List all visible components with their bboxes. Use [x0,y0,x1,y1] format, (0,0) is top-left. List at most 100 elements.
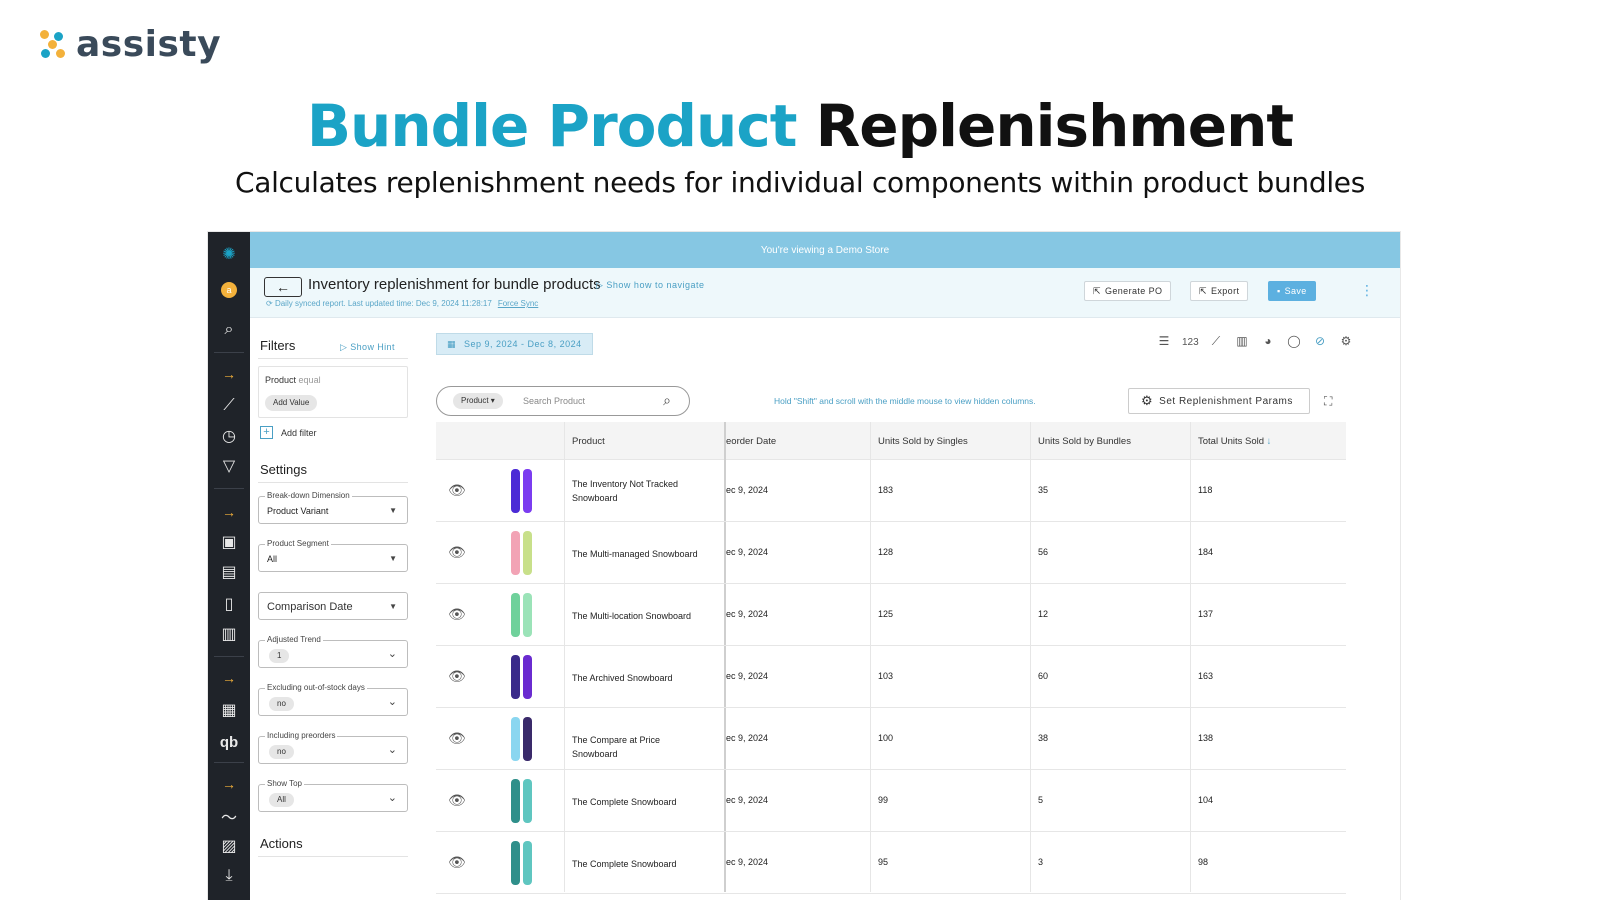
product-search[interactable]: Product ▾ Search Product ⌕ [436,386,690,416]
cell-units-bundles: 56 [1038,547,1049,557]
donut-chart-icon[interactable]: ◯ [1286,334,1302,352]
date-range-picker[interactable]: ▦ Sep 9, 2024 - Dec 8, 2024 [436,333,593,355]
eye-icon[interactable]: 👁 [448,668,466,685]
eye-icon[interactable]: 👁 [448,792,466,809]
scroll-hint: Hold "Shift" and scroll with the middle … [774,396,1036,406]
page-header: ← Inventory replenishment for bundle pro… [250,268,1400,318]
product-segment-select[interactable]: Product Segment All ▼ [258,539,408,572]
expand-arrow-icon[interactable]: → [208,362,250,386]
product-thumbnail [508,779,534,823]
including-preorders-select[interactable]: Including preorders no ⌄ [258,731,408,764]
excluding-oos-select[interactable]: Excluding out-of-stock days no ⌄ [258,683,408,716]
board-swatch [510,779,520,823]
show-hint-link[interactable]: ▷ Show Hint [340,342,395,353]
product-thumbnail [508,531,534,575]
table-row[interactable]: 👁 The Multi-location Snowboard ec 9, 2024 1… [436,584,1346,646]
page-headline: Bundle Product Replenishment [0,92,1600,160]
funnel-icon[interactable]: ▽ [208,454,250,478]
filters-title: Filters [260,338,296,353]
clipboard-icon[interactable]: ▯ [208,592,250,616]
add-value-button[interactable]: Add Value [265,395,318,411]
add-filter-button[interactable]: + Add filter [260,426,317,439]
expand-arrow-icon[interactable]: → [208,772,250,796]
caret-down-icon: ▼ [389,602,397,611]
caret-down-icon: ▼ [389,554,397,563]
navigate-hint-link[interactable]: ▷ Show how to navigate [596,280,704,291]
col-product[interactable]: Product [572,436,605,447]
expand-arrow-icon[interactable]: → [208,666,250,690]
col-units-bundles[interactable]: Units Sold by Bundles [1038,436,1131,447]
cell-product: The Multi-managed Snowboard [572,549,698,559]
store-icon[interactable]: ▤ [208,560,250,584]
app-logo-icon[interactable]: ✺ [208,242,250,266]
set-replenishment-params-button[interactable]: ⚙ Set Replenishment Params [1128,388,1310,414]
board-swatch [510,531,520,575]
eye-icon[interactable]: 👁 [448,482,466,499]
table-row[interactable]: 👁 The Inventory Not Tracked Snowboard ec 9… [436,460,1346,522]
eye-icon[interactable]: 👁 [448,606,466,623]
search-dimension-chip[interactable]: Product ▾ [453,393,503,409]
cell-reorder-date: ec 9, 2024 [726,857,769,867]
pie-chart-icon[interactable]: ◕ [1260,334,1276,352]
clock-icon[interactable]: ◷ [208,424,250,448]
line-chart-icon[interactable]: 〜 [208,804,250,828]
table-icon[interactable]: ▦ [208,698,250,722]
cell-units-singles: 125 [878,609,894,619]
table-row[interactable]: 👁 The Complete Snowboard ec 9, 2024 95 3 98 [436,832,1346,894]
plus-icon: + [260,426,273,439]
board-swatch [522,717,532,761]
force-sync-link[interactable]: Force Sync [498,299,538,308]
download-icon[interactable]: ⤓ [208,864,250,888]
bar-chart-icon[interactable]: ▥ [1234,334,1250,352]
number-view-icon[interactable]: 123 [1182,334,1199,352]
eye-icon[interactable]: 👁 [448,544,466,561]
box-icon[interactable]: ▣ [208,530,250,554]
cell-total-units: 138 [1198,733,1214,743]
share-icon: ⇱ [1093,285,1101,296]
board-swatch [510,655,520,699]
comparison-date-select[interactable]: Comparison Date ▼ [258,592,408,620]
product-thumbnail [508,655,534,699]
list-view-icon[interactable]: ☰ [1156,334,1172,352]
sync-icon: ⟳ [266,299,275,308]
hide-columns-icon[interactable]: ⊘ [1312,334,1328,352]
col-units-singles[interactable]: Units Sold by Singles [878,436,968,447]
table-row[interactable]: 👁 The Multi-managed Snowboard ec 9, 2024 12… [436,522,1346,584]
search-icon[interactable]: ⌕ [663,392,671,409]
search-input[interactable]: Search Product [523,396,585,406]
fullscreen-icon[interactable]: ⛶ [1324,394,1332,409]
report-icon[interactable]: ▨ [208,834,250,858]
bar-chart-icon[interactable]: ▥ [208,622,250,646]
table-row[interactable]: 👁 The Complete Snowboard ec 9, 2024 99 5 104 [436,770,1346,832]
table-row[interactable]: 👁 The Compare at Price Snowboard ec 9, 202… [436,708,1346,770]
app-screenshot: ✺ a ⌕ → ⟋ ◷ ▽ → ▣ ▤ ▯ ▥ → ▦ qb → 〜 ▨ ⤓ Y… [208,232,1400,900]
settings-gears-icon[interactable]: ⚙ [1338,334,1354,352]
expand-arrow-icon[interactable]: → [208,500,250,524]
adjusted-trend-select[interactable]: Adjusted Trend 1 ⌄ [258,635,408,668]
export-button[interactable]: ⇱ Export [1190,281,1249,301]
cell-reorder-date: ec 9, 2024 [726,671,769,681]
generate-po-button[interactable]: ⇱ Generate PO [1084,281,1172,301]
cell-total-units: 104 [1198,795,1214,805]
cell-product: The Archived Snowboard [572,673,673,683]
more-options-icon[interactable]: ⋮ [1360,282,1374,299]
back-button[interactable]: ← [264,277,302,297]
cell-reorder-date: ec 9, 2024 [726,733,769,743]
avatar[interactable]: a [208,278,250,302]
save-button[interactable]: ▪ Save [1268,281,1316,301]
line-chart-icon[interactable]: ⟋ [1208,334,1224,352]
table-row[interactable]: 👁 The Archived Snowboard ec 9, 2024 103 60 16… [436,646,1346,708]
trend-icon[interactable]: ⟋ [208,394,250,418]
eye-icon[interactable]: 👁 [448,730,466,747]
col-reorder-date[interactable]: eorder Date [726,436,776,447]
col-total-units[interactable]: Total Units Sold ↓ [1198,436,1271,447]
quickbooks-icon[interactable]: qb [208,730,250,754]
eye-icon[interactable]: 👁 [448,854,466,871]
search-icon[interactable]: ⌕ [208,318,250,342]
cell-units-bundles: 3 [1038,857,1044,867]
product-thumbnail [508,469,534,513]
show-top-select[interactable]: Show Top All ⌄ [258,779,408,812]
product-filter[interactable]: Product equal Add Value [258,366,408,418]
breakdown-dimension-select[interactable]: Break-down Dimension Product Variant ▼ [258,491,408,524]
demo-store-banner: You're viewing a Demo Store [250,232,1400,268]
